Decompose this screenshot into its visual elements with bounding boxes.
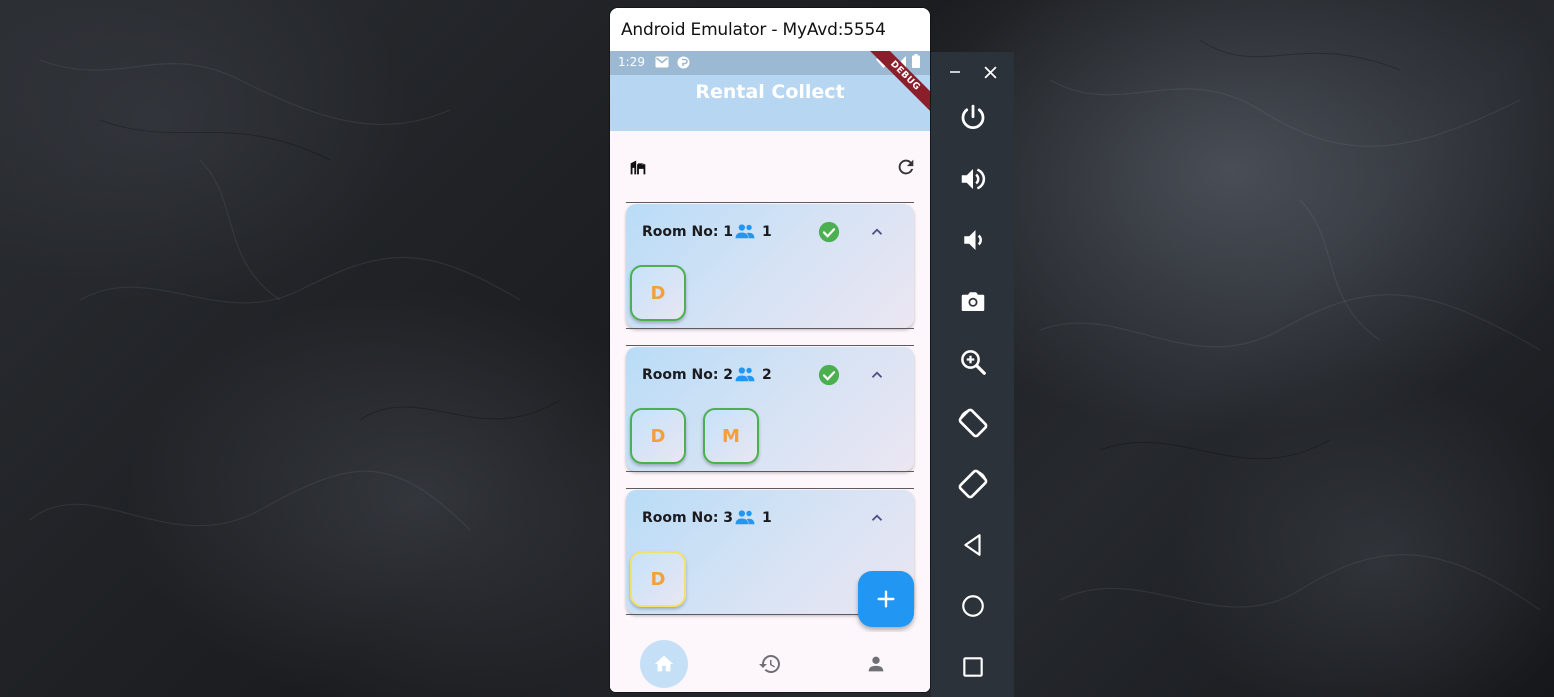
tenant-count: 2 — [762, 367, 772, 383]
camera-icon[interactable] — [955, 283, 991, 319]
check-circle-icon — [818, 364, 840, 391]
emulator-titlebar[interactable]: Android Emulator - MyAvd:5554 — [610, 8, 930, 51]
tenant-count: 1 — [762, 510, 772, 526]
app-bar: Rental Collect — [610, 75, 930, 131]
phone-screen: 1:29 Rental Collect DEBUG Room No: 1 1 D… — [610, 51, 930, 692]
emulator-window: Android Emulator - MyAvd:5554 1:29 Renta… — [610, 8, 930, 692]
gmail-icon — [655, 56, 669, 71]
tenant-chip[interactable]: M — [703, 408, 759, 464]
buildings-icon[interactable] — [624, 153, 652, 181]
overview-icon[interactable] — [955, 649, 991, 685]
tenant-count: 1 — [762, 224, 772, 240]
tenant-chip[interactable]: D — [630, 408, 686, 464]
app-title: Rental Collect — [695, 81, 845, 103]
emulator-side-panel — [931, 52, 1014, 697]
room-label: Room No: 3 — [642, 510, 734, 526]
divider — [626, 488, 914, 489]
chevron-up-icon[interactable] — [868, 366, 886, 389]
nav-history[interactable] — [746, 640, 794, 688]
volume-down-icon[interactable] — [955, 222, 991, 258]
nav-profile[interactable] — [852, 640, 900, 688]
history-icon — [759, 655, 780, 673]
room-label: Room No: 2 — [642, 367, 734, 383]
room-label: Room No: 1 — [642, 224, 734, 240]
add-room-button[interactable] — [858, 571, 914, 627]
room-card-2[interactable]: Room No: 2 2 D M — [626, 347, 914, 471]
divider — [626, 202, 914, 203]
people-icon — [734, 509, 756, 532]
home-circle-icon[interactable] — [955, 588, 991, 624]
zoom-icon[interactable] — [955, 344, 991, 380]
plus-icon — [877, 590, 895, 608]
nav-home[interactable] — [640, 640, 688, 688]
rotate-left-icon[interactable] — [955, 405, 991, 441]
tenant-chip[interactable]: D — [630, 551, 686, 607]
divider — [626, 471, 914, 472]
power-icon[interactable] — [955, 100, 991, 136]
people-icon — [734, 366, 756, 389]
status-time: 1:29 — [618, 55, 645, 69]
tenant-chip[interactable]: D — [630, 265, 686, 321]
back-icon[interactable] — [955, 527, 991, 563]
volume-up-icon[interactable] — [955, 161, 991, 197]
battery-icon — [912, 54, 920, 71]
room-card-1[interactable]: Room No: 1 1 D — [626, 204, 914, 328]
chevron-up-icon[interactable] — [868, 223, 886, 246]
divider — [626, 345, 914, 346]
divider — [626, 328, 914, 329]
app-notification-icon — [677, 56, 690, 72]
emulator-title: Android Emulator - MyAvd:5554 — [621, 20, 886, 40]
refresh-icon[interactable] — [892, 153, 920, 181]
home-icon — [654, 655, 674, 672]
chevron-up-icon[interactable] — [868, 509, 886, 532]
toolbar-row — [610, 131, 930, 195]
people-icon — [734, 223, 756, 246]
check-circle-icon — [818, 221, 840, 248]
close-icon[interactable] — [976, 58, 1004, 86]
person-icon — [868, 656, 884, 672]
rotate-right-icon[interactable] — [955, 466, 991, 502]
bottom-navigation — [610, 632, 930, 692]
minimize-icon[interactable] — [941, 58, 969, 86]
